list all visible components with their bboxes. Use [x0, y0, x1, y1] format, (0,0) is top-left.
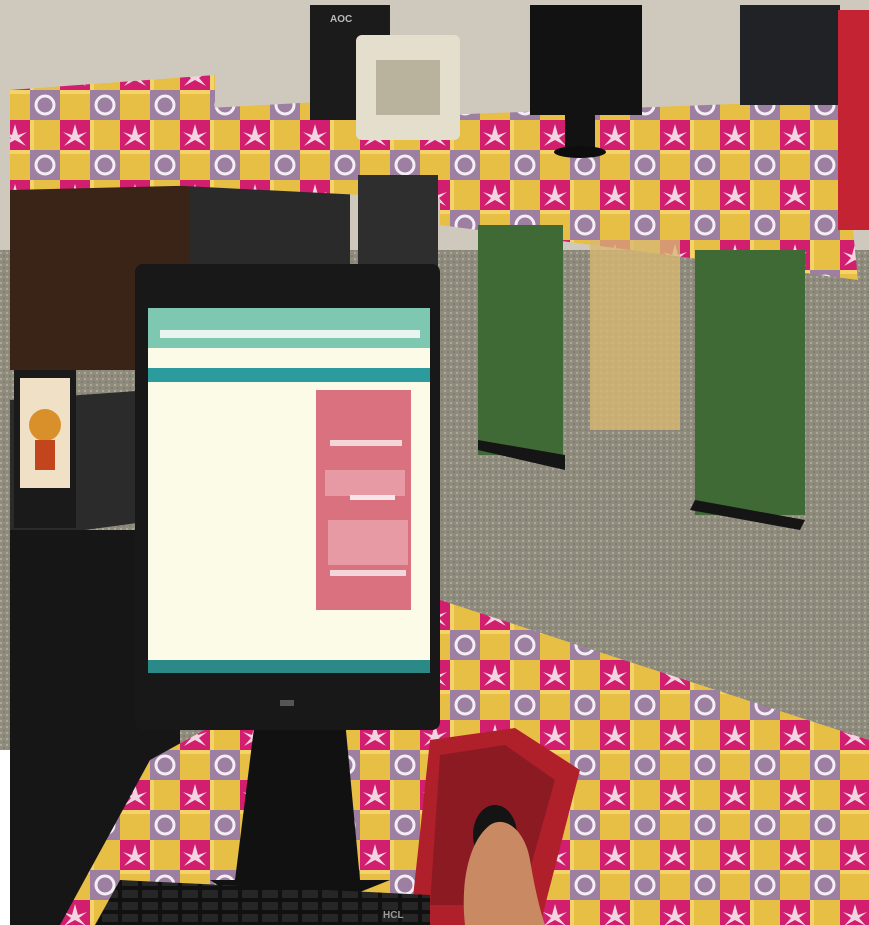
browser-toolbar — [148, 308, 430, 348]
app-header-bar — [148, 368, 430, 382]
back-chair — [740, 5, 840, 105]
photo-scene: AOC HCL — [0, 0, 869, 925]
keyboard-logo: HCL — [383, 910, 404, 921]
red-cabinet — [838, 10, 869, 230]
printer — [356, 35, 460, 140]
screen-taskbar — [148, 660, 430, 673]
picture-frame — [14, 370, 76, 528]
back-monitor-logo: AOC — [330, 14, 352, 25]
